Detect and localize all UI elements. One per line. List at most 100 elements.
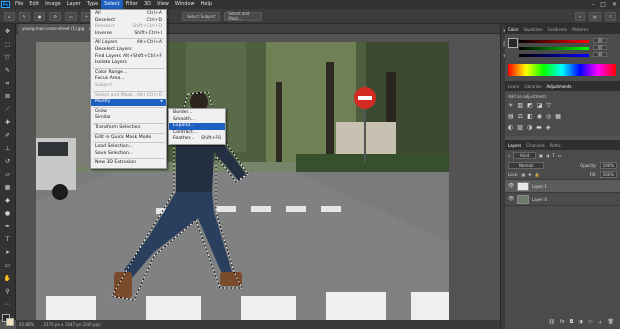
menu-filter[interactable]: Filter: [123, 0, 141, 9]
green-slider[interactable]: [519, 47, 589, 50]
menu-view[interactable]: View: [154, 0, 172, 9]
brush-size-icon[interactable]: ●: [33, 11, 46, 21]
black-white-icon[interactable]: ◧: [527, 113, 533, 120]
invert-icon[interactable]: ◐: [508, 124, 513, 131]
search-icon[interactable]: ⌕: [574, 11, 585, 21]
menu-item-isolate-layers[interactable]: Isolate Layers: [91, 60, 166, 67]
lock-position-icon[interactable]: ✥: [528, 172, 531, 177]
red-slider[interactable]: [519, 40, 589, 43]
hand-tool-icon[interactable]: ✋: [3, 274, 13, 284]
eraser-tool-icon[interactable]: ▱: [3, 170, 13, 180]
gradient-tool-icon[interactable]: ▦: [3, 183, 13, 193]
new-selection-icon[interactable]: ▭: [65, 11, 77, 21]
menu-item-transform-selection[interactable]: Transform Selection: [91, 125, 166, 132]
add-mask-icon[interactable]: ◘: [570, 319, 574, 326]
dodge-tool-icon[interactable]: ●: [3, 209, 13, 219]
maximize-icon[interactable]: □: [600, 1, 606, 8]
submenu-item-feather[interactable]: Feather... Shift+F6: [169, 136, 225, 143]
menu-select[interactable]: Select: [101, 0, 123, 9]
menu-item-modify[interactable]: Modify ▸: [91, 99, 166, 106]
menu-item-focus-area[interactable]: Focus Area...: [91, 76, 166, 83]
menu-help[interactable]: Help: [198, 0, 215, 9]
minimize-icon[interactable]: –: [591, 1, 594, 8]
zoom-tool-icon[interactable]: ⚲: [3, 287, 13, 297]
menu-layer[interactable]: Layer: [64, 0, 84, 9]
crop-tool-icon[interactable]: ⌗: [3, 79, 13, 89]
menu-image[interactable]: Image: [42, 0, 64, 9]
tab-channels[interactable]: Channels: [526, 143, 545, 148]
adjustment-layer-icon[interactable]: ◑: [579, 319, 583, 326]
submenu-item-expand[interactable]: Expand...: [169, 123, 225, 130]
filter-pixel-icon[interactable]: ▣: [539, 153, 543, 158]
marquee-tool-icon[interactable]: ⬚: [3, 40, 13, 50]
vibrance-icon[interactable]: ▽: [546, 102, 551, 109]
rectangle-tool-icon[interactable]: ▭: [3, 261, 13, 271]
menu-item-new-3d-extrusion[interactable]: New 3D Extrusion: [91, 160, 166, 167]
menu-item-all-layers[interactable]: All Layers Alt+Ctrl+A: [91, 40, 166, 47]
document-tab[interactable]: young-man-cross-street (1).jpg ✕: [18, 24, 96, 34]
layer-name[interactable]: Layer 1: [532, 184, 547, 189]
menu-item-all[interactable]: All Ctrl+A: [91, 11, 166, 18]
menu-type[interactable]: Type: [84, 0, 101, 9]
select-subject-button[interactable]: Select Subject: [182, 11, 221, 21]
frame-tool-icon[interactable]: ⊠: [3, 92, 13, 102]
green-value[interactable]: 40: [593, 45, 607, 50]
menu-item-subject[interactable]: Subject: [91, 83, 166, 90]
layer-row-layer-1[interactable]: 👁 Layer 1: [505, 180, 620, 193]
filter-shape-icon[interactable]: ▭: [558, 153, 562, 158]
opacity-input[interactable]: 100%: [599, 161, 617, 169]
menu-window[interactable]: Window: [172, 0, 198, 9]
menu-file[interactable]: File: [12, 0, 26, 9]
lasso-tool-icon[interactable]: ➰: [3, 53, 13, 63]
share-icon[interactable]: ⇪: [604, 11, 616, 21]
kind-filter[interactable]: Kind: [513, 151, 537, 159]
color-spectrum[interactable]: [508, 64, 616, 76]
home-icon[interactable]: ⌂: [4, 11, 15, 21]
history-brush-tool-icon[interactable]: ↺: [3, 157, 13, 167]
menu-edit[interactable]: Edit: [26, 0, 42, 9]
filter-type-icon[interactable]: T: [552, 153, 554, 158]
brush-settings-icon[interactable]: ⚙: [49, 11, 61, 21]
type-tool-icon[interactable]: T: [3, 235, 13, 245]
levels-icon[interactable]: ▥: [517, 102, 523, 109]
new-group-icon[interactable]: ▭: [588, 319, 593, 326]
close-icon[interactable]: ✕: [612, 1, 617, 8]
menu-item-deselect-layers[interactable]: Deselect Layers: [91, 47, 166, 54]
visibility-eye-icon[interactable]: 👁: [508, 196, 514, 202]
selective-color-icon[interactable]: ◈: [546, 124, 551, 131]
tab-patterns[interactable]: Patterns: [572, 27, 588, 32]
channel-mixer-icon[interactable]: ◎: [546, 113, 551, 120]
zoom-level[interactable]: 42.86%: [19, 322, 34, 327]
brush-tool-icon[interactable]: ✎: [18, 11, 30, 21]
visibility-eye-icon[interactable]: 👁: [508, 183, 514, 189]
lock-pixels-icon[interactable]: ▦: [521, 172, 525, 177]
quick-selection-tool-icon[interactable]: ✎: [3, 66, 13, 76]
tab-gradients[interactable]: Gradients: [548, 27, 568, 32]
select-and-mask-button[interactable]: Select and Mask...: [224, 11, 263, 21]
fill-input[interactable]: 100%: [599, 171, 617, 178]
more-tools-icon[interactable]: ⋯: [3, 300, 13, 310]
brightness-icon[interactable]: ☀: [508, 102, 513, 109]
eyedropper-tool-icon[interactable]: ⟋: [3, 105, 13, 115]
workspace-icon[interactable]: ▤: [588, 11, 601, 21]
submenu-item-border[interactable]: Border...: [169, 110, 225, 117]
clone-stamp-tool-icon[interactable]: ⊥: [3, 144, 13, 154]
new-layer-icon[interactable]: ＋: [598, 319, 603, 326]
color-lookup-icon[interactable]: ▦: [555, 113, 561, 120]
healing-brush-tool-icon[interactable]: ✚: [3, 118, 13, 128]
menu-item-inverse[interactable]: Inverse Shift+Ctrl+I: [91, 31, 166, 38]
tab-layers[interactable]: Layers: [508, 143, 521, 148]
hue-saturation-icon[interactable]: ▤: [508, 113, 514, 120]
posterize-icon[interactable]: ▨: [517, 124, 523, 131]
color-swatches[interactable]: [1, 314, 14, 326]
gradient-map-icon[interactable]: ▬: [536, 124, 542, 131]
menu-item-edit-in-quick-mask-mode[interactable]: Edit in Quick Mask Mode: [91, 135, 166, 142]
layer-row-layer-0[interactable]: 👁 Layer 0: [505, 193, 620, 206]
menu-3d[interactable]: 3D: [141, 0, 154, 9]
tab-paths[interactable]: Paths: [550, 143, 561, 148]
blur-tool-icon[interactable]: ◆: [3, 196, 13, 206]
foreground-color-swatch[interactable]: [508, 38, 518, 48]
curves-icon[interactable]: ◩: [527, 102, 533, 109]
tab-swatches[interactable]: Swatches: [523, 27, 542, 32]
background-color-swatch[interactable]: [5, 318, 14, 326]
